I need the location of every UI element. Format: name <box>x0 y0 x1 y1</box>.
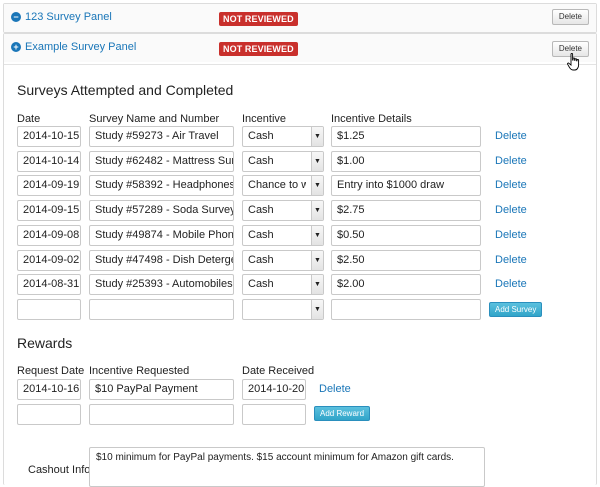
reward-request-date-input[interactable]: 2014-10-16 <box>17 379 81 400</box>
delete-panel-button[interactable]: Delete <box>551 9 589 25</box>
status-badge: NOT REVIEWED <box>219 42 298 56</box>
select-value: Cash <box>248 204 274 216</box>
new-reward-request-date-input[interactable] <box>17 404 81 425</box>
new-reward-date-received-input[interactable] <box>242 404 306 425</box>
select-value: Chance to win <box>248 179 306 191</box>
rewards-heading: Rewards <box>17 335 73 351</box>
panel-header: − 123 Survey Panel NOT REVIEWED Delete <box>4 4 596 32</box>
surveys-heading: Surveys Attempted and Completed <box>17 82 234 98</box>
col-header-incentive-requested: Incentive Requested <box>89 365 190 377</box>
survey-name-input[interactable]: Study #59273 - Air Travel <box>89 126 234 147</box>
col-header-date: Date <box>17 113 41 125</box>
status-badge: NOT REVIEWED <box>219 12 298 26</box>
cashout-label: Cashout Info <box>28 464 91 476</box>
cashout-info-textarea[interactable]: $10 minimum for PayPal payments. $15 acc… <box>89 447 485 487</box>
delete-survey-link[interactable]: Delete <box>495 254 527 266</box>
delete-survey-link[interactable]: Delete <box>495 179 527 191</box>
survey-name-input[interactable]: Study #49874 - Mobile Phones <box>89 225 234 246</box>
add-reward-button[interactable]: Add Reward <box>314 406 371 421</box>
survey-date-input[interactable]: 2014-10-15 <box>17 126 81 147</box>
survey-date-input[interactable]: 2014-09-19 <box>17 175 81 196</box>
panel-123-survey: − 123 Survey Panel NOT REVIEWED Delete <box>3 3 597 33</box>
new-survey-name-input[interactable] <box>89 299 234 320</box>
new-survey-date-input[interactable] <box>17 299 81 320</box>
reward-date-received-input[interactable]: 2014-10-20 <box>242 379 306 400</box>
select-value: Cash <box>248 229 274 241</box>
survey-incentive-select[interactable]: Cash ▼ <box>242 274 324 295</box>
reward-incentive-input[interactable]: $10 PayPal Payment <box>89 379 234 400</box>
dropdown-arrow-icon[interactable]: ▼ <box>311 226 323 245</box>
survey-details-input[interactable]: $2.00 <box>331 274 481 295</box>
survey-name-input[interactable]: Study #47498 - Dish Detergent <box>89 250 234 271</box>
survey-name-input[interactable]: Study #25393 - Automobiles <box>89 274 234 295</box>
survey-name-input[interactable]: Study #62482 - Mattress Survey <box>89 151 234 172</box>
add-survey-button[interactable]: Add Survey <box>489 302 543 317</box>
survey-details-input[interactable]: $2.75 <box>331 200 481 221</box>
panel-title-link[interactable]: + Example Survey Panel <box>11 41 136 53</box>
survey-incentive-select[interactable]: Chance to win ▼ <box>242 175 324 196</box>
survey-incentive-select[interactable]: Cash ▼ <box>242 200 324 221</box>
survey-details-input[interactable]: $1.25 <box>331 126 481 147</box>
survey-incentive-select[interactable]: Cash ▼ <box>242 126 324 147</box>
plus-circle-icon: + <box>11 42 21 52</box>
select-value: Cash <box>248 254 274 266</box>
survey-date-input[interactable]: 2014-10-14 <box>17 151 81 172</box>
delete-survey-link[interactable]: Delete <box>495 229 527 241</box>
hand-cursor-icon <box>567 53 580 71</box>
dropdown-arrow-icon[interactable]: ▼ <box>311 251 323 270</box>
panel-header: + Example Survey Panel NOT REVIEWED Dele… <box>4 34 596 62</box>
dropdown-arrow-icon[interactable]: ▼ <box>311 201 323 220</box>
survey-date-input[interactable]: 2014-09-02 <box>17 250 81 271</box>
select-value: Cash <box>248 155 274 167</box>
dropdown-arrow-icon[interactable]: ▼ <box>311 152 323 171</box>
dropdown-arrow-icon[interactable]: ▼ <box>311 176 323 195</box>
select-value: Cash <box>248 278 274 290</box>
survey-name-input[interactable]: Study #57289 - Soda Survey <box>89 200 234 221</box>
delete-survey-link[interactable]: Delete <box>495 278 527 290</box>
survey-incentive-select[interactable]: Cash ▼ <box>242 225 324 246</box>
survey-date-input[interactable]: 2014-08-31 <box>17 274 81 295</box>
panel-title-text: 123 Survey Panel <box>25 11 112 23</box>
delete-survey-link[interactable]: Delete <box>495 204 527 216</box>
survey-incentive-select[interactable]: Cash ▼ <box>242 151 324 172</box>
col-header-incentive-details: Incentive Details <box>331 113 412 125</box>
minus-circle-icon: − <box>11 12 21 22</box>
col-header-date-received: Date Received <box>242 365 315 377</box>
col-header-survey-name: Survey Name and Number <box>89 113 220 125</box>
survey-details-input[interactable]: $2.50 <box>331 250 481 271</box>
col-header-incentive: Incentive <box>242 113 287 125</box>
survey-incentive-select[interactable]: Cash ▼ <box>242 250 324 271</box>
panel-title-link[interactable]: − 123 Survey Panel <box>11 11 112 23</box>
select-value: Cash <box>248 130 274 142</box>
dropdown-arrow-icon[interactable]: ▼ <box>311 127 323 146</box>
new-survey-details-input[interactable] <box>331 299 481 320</box>
col-header-request-date: Request Date <box>17 365 85 377</box>
survey-details-input[interactable]: $0.50 <box>331 225 481 246</box>
delete-reward-link[interactable]: Delete <box>319 383 351 395</box>
new-reward-incentive-input[interactable] <box>89 404 234 425</box>
survey-date-input[interactable]: 2014-09-15 <box>17 200 81 221</box>
survey-details-input[interactable]: $1.00 <box>331 151 481 172</box>
new-survey-incentive-select[interactable]: ▼ <box>242 299 324 320</box>
panel-title-text: Example Survey Panel <box>25 41 137 53</box>
delete-survey-link[interactable]: Delete <box>495 155 527 167</box>
survey-name-input[interactable]: Study #58392 - Headphones <box>89 175 234 196</box>
dropdown-arrow-icon[interactable]: ▼ <box>311 300 323 319</box>
survey-date-input[interactable]: 2014-09-08 <box>17 225 81 246</box>
dropdown-arrow-icon[interactable]: ▼ <box>311 275 323 294</box>
delete-survey-link[interactable]: Delete <box>495 130 527 142</box>
survey-details-input[interactable]: Entry into $1000 draw <box>331 175 481 196</box>
